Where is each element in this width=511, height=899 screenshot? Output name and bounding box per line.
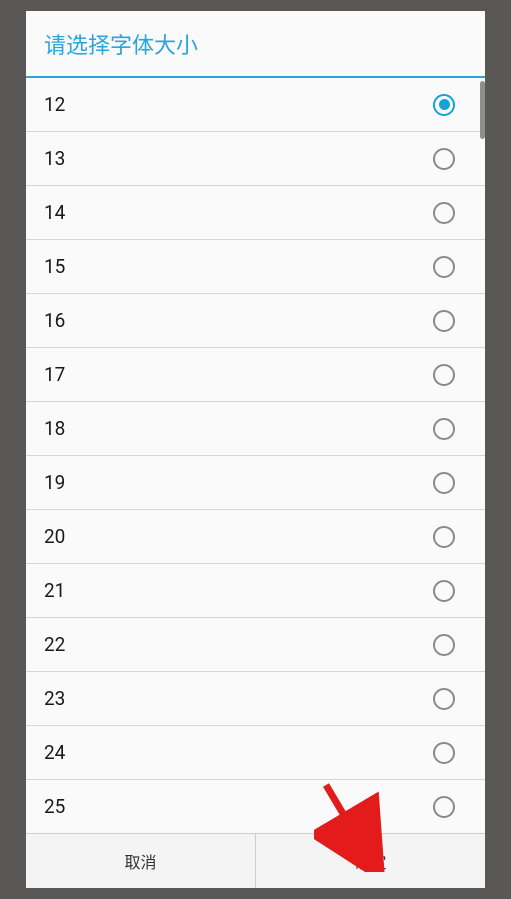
cancel-button[interactable]: 取消 (26, 834, 256, 888)
font-size-dialog: 请选择字体大小 12 13 14 15 16 17 18 19 20 21 22 23 24 25 取消 … (26, 11, 485, 888)
option-item[interactable]: 19 (26, 456, 485, 510)
option-item[interactable]: 12 (26, 78, 485, 132)
option-item[interactable]: 20 (26, 510, 485, 564)
option-label: 20 (44, 525, 65, 548)
option-item[interactable]: 22 (26, 618, 485, 672)
scrollbar-thumb[interactable] (480, 81, 485, 139)
option-item[interactable]: 23 (26, 672, 485, 726)
radio-icon[interactable] (433, 472, 455, 494)
option-item[interactable]: 16 (26, 294, 485, 348)
option-label: 14 (44, 201, 65, 224)
option-item[interactable]: 14 (26, 186, 485, 240)
radio-icon[interactable] (433, 202, 455, 224)
radio-icon[interactable] (433, 364, 455, 386)
option-item[interactable]: 21 (26, 564, 485, 618)
option-label: 22 (44, 633, 65, 656)
button-bar: 取消 确定 (26, 833, 485, 888)
dialog-title: 请选择字体大小 (26, 11, 485, 78)
option-label: 15 (44, 255, 65, 278)
option-item[interactable]: 18 (26, 402, 485, 456)
option-label: 18 (44, 417, 65, 440)
option-label: 13 (44, 147, 65, 170)
radio-icon[interactable] (433, 526, 455, 548)
option-label: 12 (44, 93, 65, 116)
radio-icon[interactable] (433, 148, 455, 170)
radio-icon[interactable] (433, 688, 455, 710)
option-label: 21 (44, 579, 65, 602)
option-item[interactable]: 17 (26, 348, 485, 402)
option-item[interactable]: 15 (26, 240, 485, 294)
option-item[interactable]: 25 (26, 780, 485, 833)
option-label: 19 (44, 471, 65, 494)
option-label: 24 (44, 741, 65, 764)
radio-icon[interactable] (433, 796, 455, 818)
option-item[interactable]: 13 (26, 132, 485, 186)
radio-icon[interactable] (433, 256, 455, 278)
radio-icon[interactable] (433, 580, 455, 602)
radio-icon[interactable] (433, 310, 455, 332)
option-item[interactable]: 24 (26, 726, 485, 780)
option-label: 23 (44, 687, 65, 710)
options-list[interactable]: 12 13 14 15 16 17 18 19 20 21 22 23 24 25 (26, 78, 485, 833)
radio-icon[interactable] (433, 742, 455, 764)
confirm-button[interactable]: 确定 (256, 834, 485, 888)
radio-icon[interactable] (433, 94, 455, 116)
option-label: 16 (44, 309, 65, 332)
radio-icon[interactable] (433, 418, 455, 440)
option-label: 17 (44, 363, 65, 386)
option-label: 25 (44, 795, 65, 818)
radio-icon[interactable] (433, 634, 455, 656)
